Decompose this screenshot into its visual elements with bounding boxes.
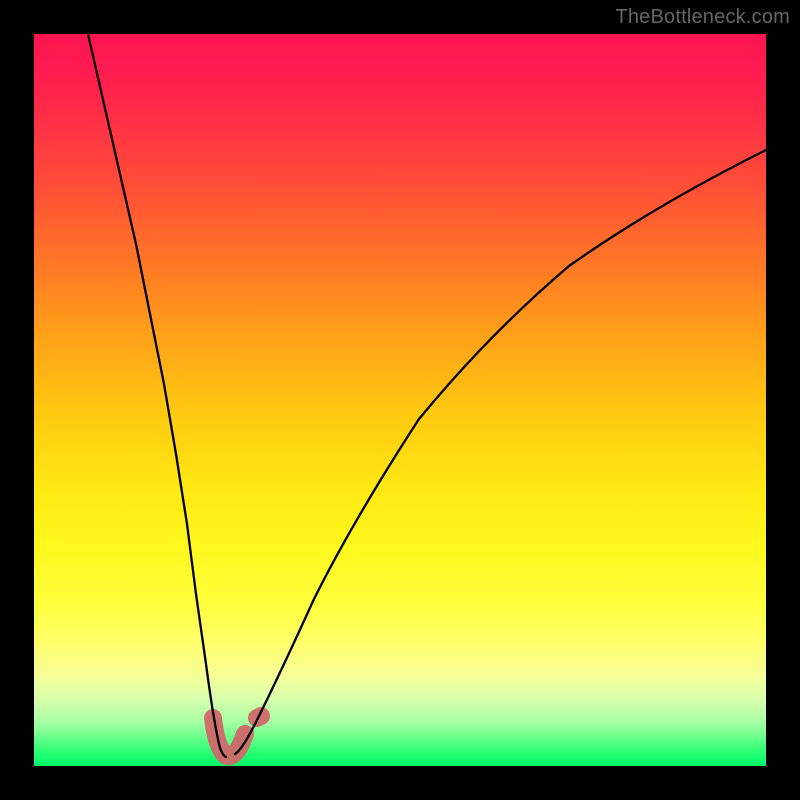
plot-area (34, 34, 766, 766)
watermark-text: TheBottleneck.com (615, 6, 790, 29)
bottleneck-curve-right (235, 150, 766, 754)
bottleneck-curve-left (88, 34, 226, 757)
curves-layer (34, 34, 766, 766)
chart-frame: TheBottleneck.com (0, 0, 800, 800)
